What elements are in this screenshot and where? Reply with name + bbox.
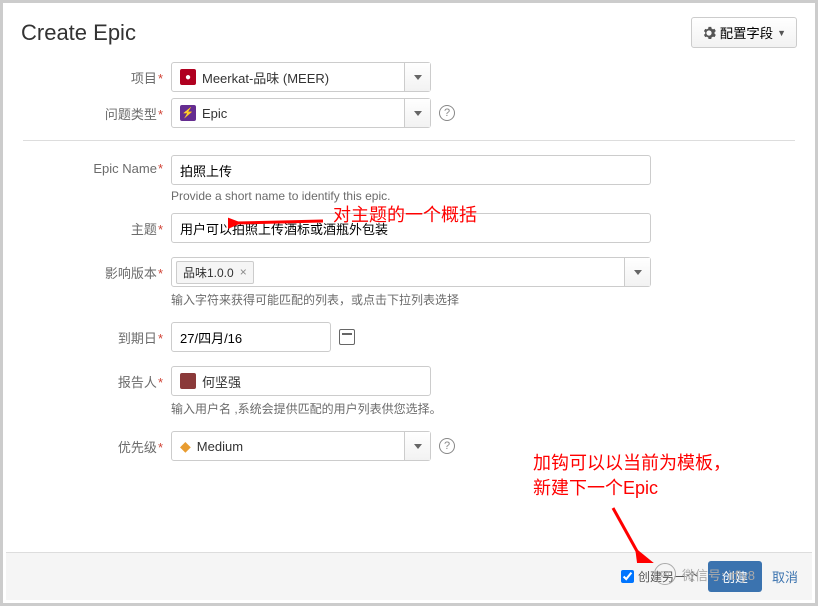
epic-name-input[interactable] <box>171 155 651 185</box>
epic-icon: ⚡ <box>180 105 196 121</box>
reporter-label: 报告人 <box>118 375 157 390</box>
project-label: 项目 <box>131 71 157 86</box>
dialog-footer: 创建另一个 创建 取消 <box>6 552 812 600</box>
priority-select[interactable]: ◆Medium <box>171 431 431 461</box>
due-date-input[interactable] <box>171 322 331 352</box>
create-another-input[interactable] <box>621 570 634 583</box>
affects-version-dropdown-toggle[interactable] <box>624 258 650 286</box>
issue-type-dropdown-toggle[interactable] <box>404 99 430 127</box>
chevron-down-icon <box>414 111 422 116</box>
due-date-label: 到期日 <box>118 331 157 346</box>
create-epic-dialog: Create Epic 配置字段 ▼ 项目* ●Meerkat-品味 (MEER… <box>0 0 818 606</box>
project-select[interactable]: ●Meerkat-品味 (MEER) <box>171 62 431 92</box>
summary-input[interactable] <box>171 213 651 243</box>
chevron-down-icon <box>414 444 422 449</box>
dialog-title: Create Epic <box>21 20 136 46</box>
reporter-select[interactable]: 何坚强 <box>171 366 431 396</box>
form-scroll-area[interactable]: 项目* ●Meerkat-品味 (MEER) 问题类型* ⚡Epic ? Epi… <box>3 58 815 556</box>
priority-dropdown-toggle[interactable] <box>404 432 430 460</box>
help-icon[interactable]: ? <box>439 105 455 121</box>
project-icon: ● <box>180 69 196 85</box>
avatar <box>180 373 196 389</box>
remove-tag-icon[interactable]: × <box>240 265 247 279</box>
gear-icon <box>702 26 716 40</box>
calendar-icon[interactable] <box>339 329 355 345</box>
chevron-down-icon: ▼ <box>777 28 786 38</box>
summary-label: 主题 <box>131 222 157 237</box>
affects-version-label: 影响版本 <box>105 266 157 281</box>
affects-version-hint: 输入字符来获得可能匹配的列表，或点击下拉列表选择 <box>171 291 785 308</box>
cancel-button[interactable]: 取消 <box>772 567 798 586</box>
epic-name-hint: Provide a short name to identify this ep… <box>171 189 785 203</box>
configure-fields-button[interactable]: 配置字段 ▼ <box>691 17 797 48</box>
divider <box>23 140 795 141</box>
reporter-hint: 输入用户名 ,系统会提供匹配的用户列表供您选择。 <box>171 400 785 417</box>
issue-type-select[interactable]: ⚡Epic <box>171 98 431 128</box>
dialog-header: Create Epic 配置字段 ▼ <box>3 3 815 58</box>
affects-version-select[interactable]: 品味1.0.0 × <box>171 257 651 287</box>
chevron-down-icon <box>634 270 642 275</box>
chevron-down-icon <box>414 75 422 80</box>
priority-icon: ◆ <box>180 438 191 455</box>
epic-name-label: Epic Name <box>93 161 157 176</box>
project-dropdown-toggle[interactable] <box>404 63 430 91</box>
version-tag: 品味1.0.0 × <box>176 261 254 284</box>
priority-label: 优先级 <box>118 440 157 455</box>
submit-button[interactable]: 创建 <box>708 561 762 592</box>
create-another-checkbox[interactable]: 创建另一个 <box>621 568 698 585</box>
issue-type-label: 问题类型 <box>105 107 157 122</box>
help-icon[interactable]: ? <box>439 438 455 454</box>
